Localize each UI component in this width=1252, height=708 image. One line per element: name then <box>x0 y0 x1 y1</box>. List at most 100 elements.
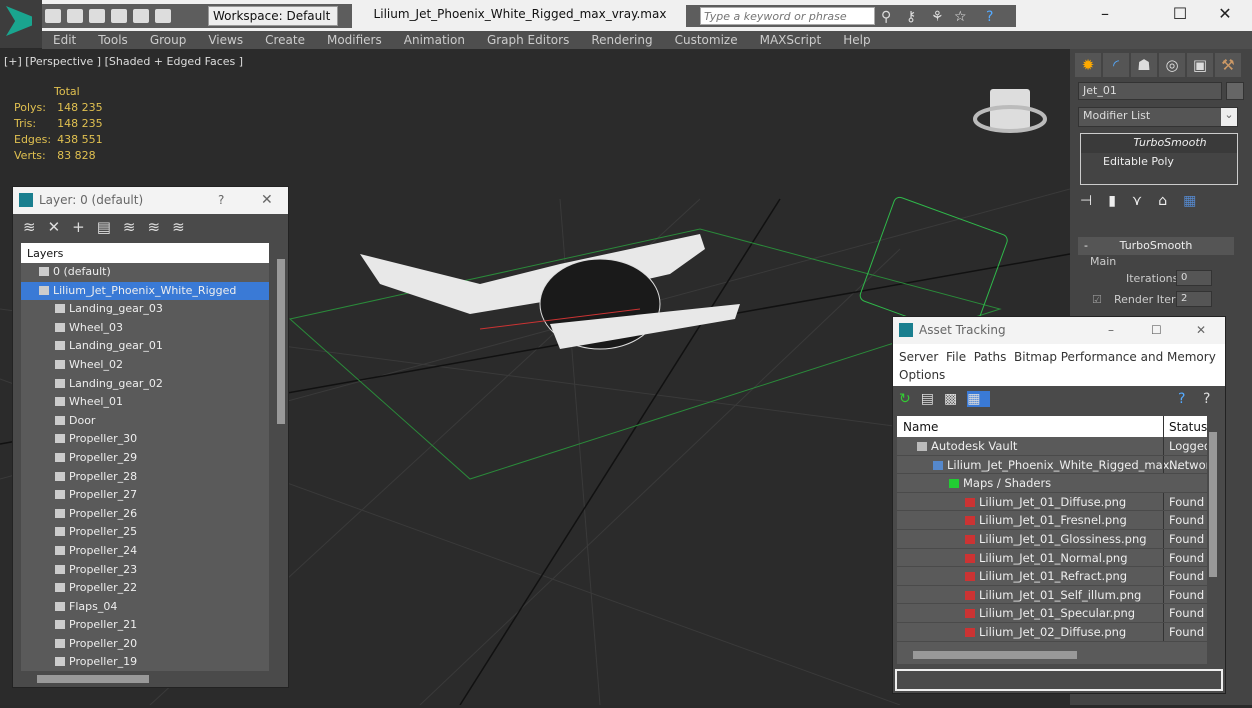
table-view-icon[interactable]: ▦ <box>967 391 991 407</box>
render-iters-checkbox[interactable]: ☑ <box>1092 293 1102 306</box>
menu-bitmap-performance[interactable]: Bitmap Performance and Memory <box>1014 350 1216 364</box>
layer-object-row[interactable]: Flaps_04 <box>21 598 269 617</box>
app-menu-button[interactable] <box>0 0 42 48</box>
iterations-spinner[interactable]: 0 <box>1176 270 1212 286</box>
object-color-swatch[interactable] <box>1226 82 1244 100</box>
thumbnail-view-icon[interactable]: ▩ <box>944 391 967 407</box>
new-layer-icon[interactable]: ≋ <box>23 218 48 236</box>
project-icon[interactable] <box>155 9 171 23</box>
save-icon[interactable] <box>89 9 105 23</box>
menu-maxscript[interactable]: MAXScript <box>749 31 833 49</box>
menu-options[interactable]: Options <box>899 368 945 382</box>
menu-file[interactable]: File <box>946 350 966 364</box>
new-icon[interactable] <box>45 9 61 23</box>
select-layer-icon[interactable]: ▤ <box>97 218 123 236</box>
layer-object-row[interactable]: Landing_gear_02 <box>21 375 269 394</box>
delete-icon[interactable]: ✕ <box>48 218 73 236</box>
close-button[interactable]: ✕ <box>1205 4 1245 23</box>
create-tab-icon[interactable]: ✹ <box>1075 53 1101 77</box>
layer-row-selected[interactable]: Lilium_Jet_Phoenix_White_Rigged <box>21 281 269 301</box>
undo-icon[interactable] <box>111 9 127 23</box>
close-button[interactable]: ✕ <box>261 187 273 214</box>
layer-dialog-titlebar[interactable]: Layer: 0 (default)? ✕ <box>13 187 288 214</box>
column-name[interactable]: Name <box>897 420 938 434</box>
layer-object-row[interactable]: Propeller_29 <box>21 449 269 468</box>
pin-stack-icon[interactable]: ⊣ <box>1080 193 1108 209</box>
menu-group[interactable]: Group <box>139 31 198 49</box>
configure-sets-icon[interactable]: ▦ <box>1183 193 1212 209</box>
layer-object-row[interactable]: Propeller_22 <box>21 579 269 598</box>
workspace-dropdown[interactable]: Workspace: Default <box>208 6 338 26</box>
asset-row[interactable]: Lilium_Jet_01_Self_illum.png Found <box>897 585 1207 605</box>
menu-rendering[interactable]: Rendering <box>580 31 663 49</box>
column-status[interactable]: Status <box>1163 416 1207 438</box>
help-icon[interactable]: ? <box>986 9 993 25</box>
star-icon[interactable]: ☆ <box>954 9 967 25</box>
utilities-tab-icon[interactable]: ⚒ <box>1215 53 1241 77</box>
asset-row[interactable]: Lilium_Jet_01_Specular.png Found <box>897 604 1207 623</box>
help-off-icon[interactable]: ? <box>1203 391 1220 407</box>
layer-object-row[interactable]: Propeller_23 <box>21 561 269 580</box>
modifier-list-dropdown[interactable]: Modifier List ⌄ <box>1078 107 1238 127</box>
asset-row[interactable]: Lilium_Jet_02_Diffuse.png Found <box>897 622 1207 642</box>
list-view-icon[interactable]: ▤ <box>921 391 944 407</box>
layer-object-row[interactable]: Wheel_02 <box>21 356 269 375</box>
asset-row[interactable]: Lilium_Jet_01_Refract.png Found <box>897 567 1207 586</box>
close-button[interactable]: ✕ <box>1196 317 1206 344</box>
layer-object-row[interactable]: Landing_gear_01 <box>21 337 269 356</box>
maximize-button[interactable]: ☐ <box>1160 4 1200 23</box>
asset-row[interactable]: Maps / Shaders <box>897 474 1207 493</box>
menu-create[interactable]: Create <box>254 31 316 49</box>
binoculars-icon[interactable]: ⚲ <box>881 9 891 25</box>
asset-row[interactable]: Lilium_Jet_Phoenix_White_Rigged_max... Ne… <box>897 455 1207 475</box>
minimize-button[interactable]: – <box>1108 317 1114 344</box>
menu-modifiers[interactable]: Modifiers <box>316 31 393 49</box>
asset-row[interactable]: Autodesk Vault Logged <box>897 437 1207 456</box>
render-iters-spinner[interactable]: 2 <box>1176 291 1212 307</box>
help-icon[interactable]: ? <box>1178 391 1195 407</box>
maximize-button[interactable]: ☐ <box>1151 317 1162 344</box>
layer-object-row[interactable]: Propeller_24 <box>21 542 269 561</box>
object-name-field[interactable]: Jet_01 <box>1078 82 1222 100</box>
vertical-scrollbar[interactable] <box>277 259 285 424</box>
remove-modifier-icon[interactable]: ⌂ <box>1158 193 1183 209</box>
layers-column-header[interactable]: Layers <box>21 243 269 263</box>
layer-object-row[interactable]: Propeller_19 <box>21 653 269 672</box>
horizontal-scrollbar[interactable] <box>37 675 149 683</box>
menu-views[interactable]: Views <box>197 31 254 49</box>
stack-item-turbosmooth[interactable]: TurboSmooth <box>1081 134 1237 153</box>
asset-row[interactable]: Lilium_Jet_01_Glossiness.png Found <box>897 529 1207 549</box>
menu-paths[interactable]: Paths <box>974 350 1007 364</box>
stack-item-editable-poly[interactable]: Editable Poly <box>1081 153 1237 172</box>
set-current-icon[interactable]: ≋ <box>148 218 173 236</box>
satellite-icon[interactable]: ⚘ <box>931 9 944 25</box>
layer-object-row[interactable]: Propeller_25 <box>21 523 269 542</box>
redo-icon[interactable] <box>133 9 149 23</box>
layer-object-row[interactable]: Landing_gear_03 <box>21 300 269 319</box>
hierarchy-tab-icon[interactable]: ☗ <box>1131 53 1157 77</box>
show-end-result-icon[interactable]: ▮ <box>1108 193 1132 209</box>
layer-object-row[interactable]: Propeller_20 <box>21 635 269 654</box>
motion-tab-icon[interactable]: ◎ <box>1159 53 1185 77</box>
display-tab-icon[interactable]: ▣ <box>1187 53 1213 77</box>
search-input[interactable] <box>700 7 875 25</box>
open-icon[interactable] <box>67 9 83 23</box>
menu-tools[interactable]: Tools <box>87 31 139 49</box>
select-objects-icon[interactable]: ≋ <box>123 218 148 236</box>
key-icon[interactable]: ⚷ <box>906 9 916 25</box>
menu-server[interactable]: Server <box>899 350 938 364</box>
layer-object-row[interactable]: Door <box>21 412 269 431</box>
layer-object-row[interactable]: Wheel_01 <box>21 393 269 412</box>
asset-row[interactable]: Lilium_Jet_01_Diffuse.png Found <box>897 492 1207 512</box>
menu-customize[interactable]: Customize <box>664 31 749 49</box>
asset-tracking-titlebar[interactable]: Asset Tracking – ☐ ✕ <box>893 317 1225 344</box>
layer-object-row[interactable]: Propeller_26 <box>21 505 269 524</box>
viewport-label[interactable]: [+] [Perspective ] [Shaded + Edged Faces… <box>4 55 243 68</box>
vertical-scrollbar[interactable] <box>1209 432 1217 577</box>
horizontal-scrollbar[interactable] <box>913 651 1077 659</box>
layer-object-row[interactable]: Wheel_03 <box>21 319 269 338</box>
layer-settings-icon[interactable]: ≋ <box>172 218 197 236</box>
layer-object-row[interactable]: Propeller_21 <box>21 616 269 635</box>
modify-tab-icon[interactable]: ◜ <box>1103 53 1129 77</box>
asset-row[interactable]: Lilium_Jet_01_Fresnel.png Found <box>897 511 1207 530</box>
